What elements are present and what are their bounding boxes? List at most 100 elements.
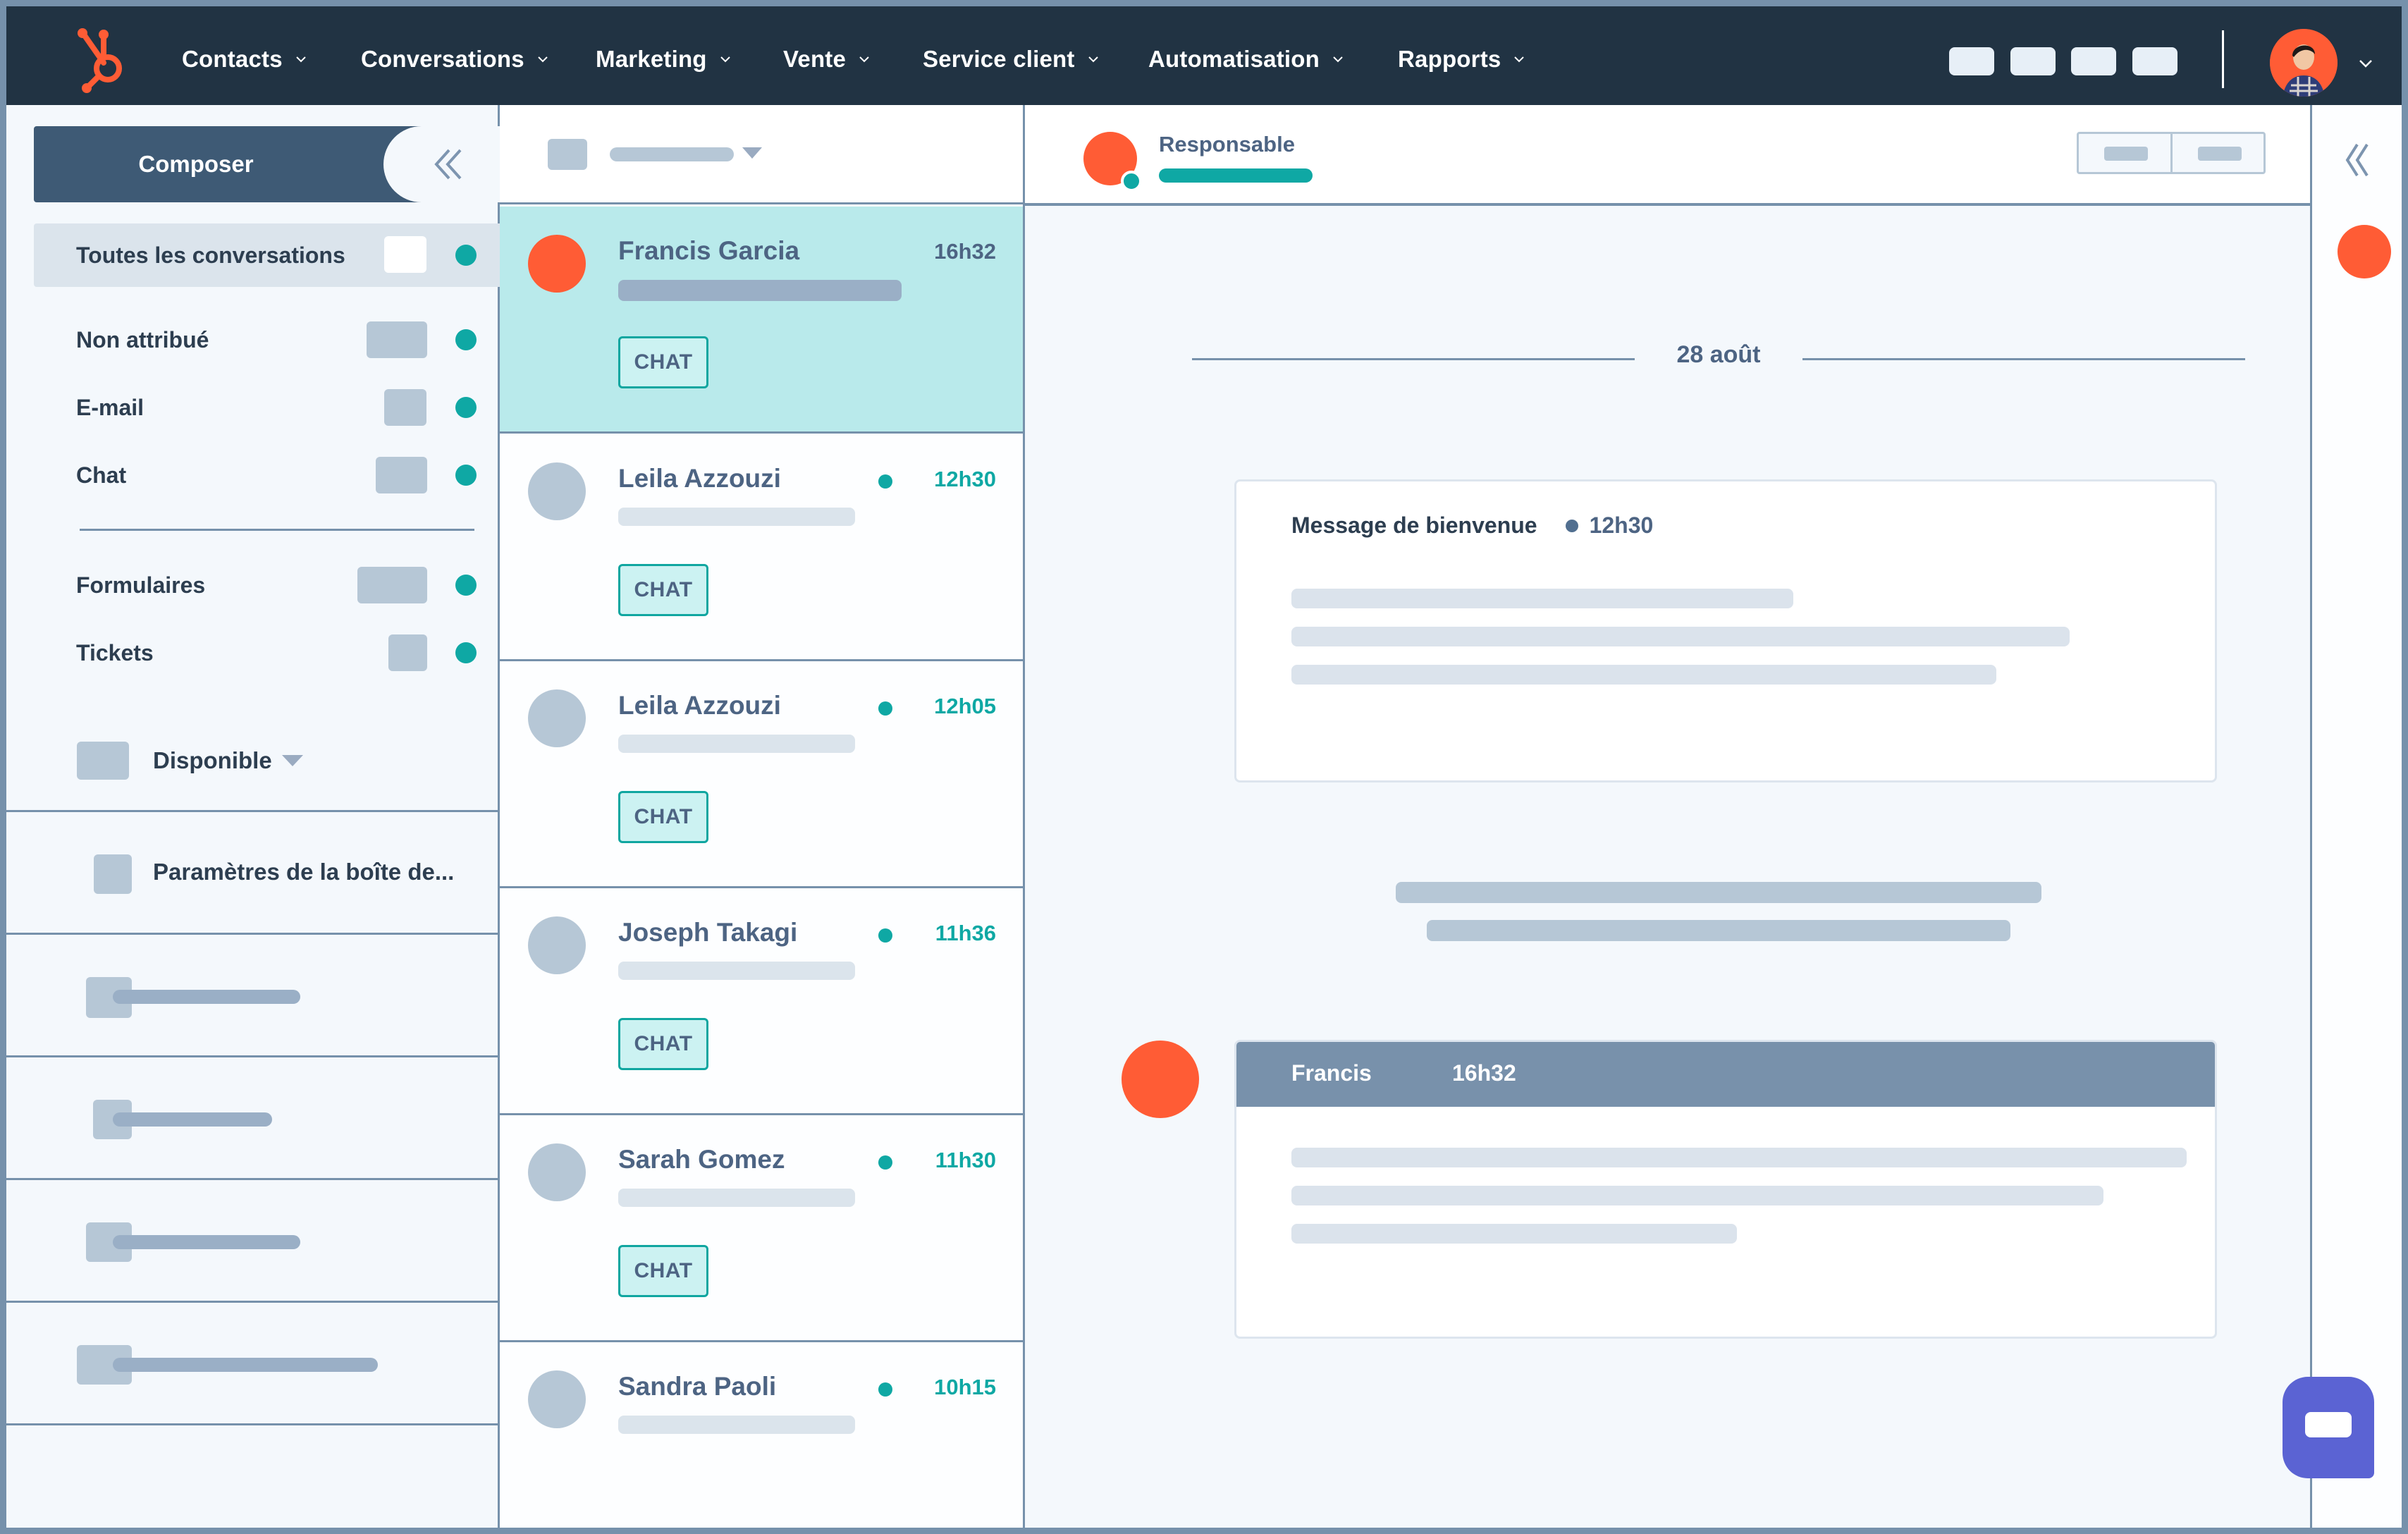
nav-item-label: Service client: [923, 46, 1075, 72]
inbox-item-all-conversations[interactable]: Toutes les conversations: [34, 223, 500, 287]
settings-icon: [94, 854, 132, 894]
welcome-message-time: 12h30: [1589, 513, 1654, 538]
nav-utility-button[interactable]: [1949, 47, 1994, 75]
nav-item-automatisation[interactable]: Automatisation: [1148, 42, 1345, 77]
inbox-item-label: Toutes les conversations: [76, 242, 345, 268]
nav-item-marketing[interactable]: Marketing: [596, 42, 732, 77]
status-dot: [455, 245, 477, 266]
inbox-item-label: Formulaires: [76, 572, 206, 598]
right-sidebar-rail: [2310, 105, 2402, 1528]
sidebar-divider: [80, 529, 474, 531]
inbox-settings-link[interactable]: Paramètres de la boîte de...: [6, 810, 498, 933]
channel-tag: CHAT: [618, 336, 708, 388]
reply-message-header: Francis 16h32: [1236, 1042, 2215, 1107]
contact-name: Sandra Paoli: [618, 1372, 777, 1401]
contact-name: Francis Garcia: [618, 236, 800, 265]
nav-utility-button[interactable]: [2010, 47, 2056, 75]
hubspot-logo-icon[interactable]: [68, 26, 139, 97]
inbox-item-unassigned[interactable]: Non attribué: [34, 308, 500, 372]
unread-dot: [878, 474, 892, 489]
placeholder-text: [113, 1358, 378, 1372]
welcome-message-title: Message de bienvenue: [1291, 513, 1537, 538]
chevron-down-icon: [1088, 56, 1098, 63]
availability-dropdown[interactable]: Disponible: [77, 742, 303, 780]
chat-bubble-icon: [2305, 1412, 2352, 1437]
inbox-item-tickets[interactable]: Tickets: [34, 621, 500, 685]
reply-message-card: Francis 16h32: [1234, 1040, 2217, 1339]
contact-avatar: [528, 1370, 586, 1428]
reply-sender: Francis: [1291, 1060, 1372, 1086]
inbox-item-chat[interactable]: Chat: [34, 443, 500, 507]
inbox-count-badge: [388, 634, 427, 671]
conversation-time: 12h05: [934, 694, 996, 718]
welcome-message-header: Message de bienvenue 12h30: [1291, 513, 1653, 539]
select-all-checkbox[interactable]: [548, 139, 587, 170]
nav-item-vente[interactable]: Vente: [783, 42, 871, 77]
message-preview: [618, 280, 902, 301]
reply-time: 16h32: [1452, 1060, 1516, 1086]
chat-widget-button[interactable]: [2283, 1377, 2374, 1478]
owner-selector[interactable]: [1159, 168, 1313, 183]
caret-down-icon[interactable]: [742, 147, 762, 159]
unread-dot: [878, 1155, 892, 1170]
chevron-down-icon: [538, 56, 548, 63]
nav-utility-button[interactable]: [2071, 47, 2116, 75]
conversation-time: 10h15: [934, 1375, 996, 1399]
contact-name: Leila Azzouzi: [618, 691, 781, 720]
message-text-placeholder: [1291, 665, 1996, 685]
system-message-placeholder: [1396, 882, 2041, 903]
welcome-message-card: Message de bienvenue 12h30: [1234, 479, 2217, 783]
nav-item-contacts[interactable]: Contacts: [182, 42, 308, 77]
status-dot: [455, 465, 477, 486]
inbox-count-badge: [384, 389, 426, 426]
channel-tag: CHAT: [618, 1018, 708, 1070]
conversation-thread: Responsable 28 août Message de bienvenue…: [1025, 105, 2310, 1528]
availability-icon: [77, 742, 129, 780]
inbox-item-label: Tickets: [76, 639, 154, 665]
unread-dot: [878, 701, 892, 716]
inbox-item-label: Chat: [76, 462, 127, 488]
nav-item-rapports[interactable]: Rapports: [1398, 42, 1526, 77]
sidebar-placeholder-item[interactable]: [6, 933, 498, 1055]
nav-item-label: Vente: [783, 46, 847, 72]
inbox-sidebar: Composer Toutes les conversations Non at…: [6, 105, 514, 1528]
inbox-count-badge: [357, 567, 427, 603]
conversation-time: 12h30: [934, 467, 996, 491]
unread-dot: [878, 928, 892, 943]
nav-item-service-client[interactable]: Service client: [923, 42, 1100, 77]
message-text-placeholder: [1291, 589, 1793, 608]
unread-dot: [878, 1382, 892, 1397]
conversation-item[interactable]: Joseph Takagi 11h36 CHAT: [500, 888, 1023, 1115]
user-avatar[interactable]: [2270, 29, 2338, 97]
placeholder-text: [113, 990, 300, 1004]
chevron-down-icon: [859, 56, 869, 63]
contact-avatar[interactable]: [2338, 225, 2391, 278]
nav-utility-button[interactable]: [2132, 47, 2177, 75]
sidebar-placeholder-item[interactable]: [6, 1178, 498, 1301]
double-chevron-left-icon[interactable]: [428, 145, 467, 184]
contact-name: Sarah Gomez: [618, 1145, 785, 1174]
inbox-item-forms[interactable]: Formulaires: [34, 553, 500, 617]
sidebar-placeholder-item[interactable]: [6, 1301, 498, 1423]
contact-name: Leila Azzouzi: [618, 464, 781, 493]
conversation-item[interactable]: Leila Azzouzi 12h30 CHAT: [500, 434, 1023, 661]
inbox-count-badge: [384, 236, 426, 273]
nav-item-label: Contacts: [182, 46, 283, 72]
nav-item-conversations[interactable]: Conversations: [361, 42, 550, 77]
conversation-item[interactable]: Sarah Gomez 11h30 CHAT: [500, 1115, 1023, 1342]
conversation-item[interactable]: Sandra Paoli 10h15: [500, 1342, 1023, 1528]
sender-avatar[interactable]: [1122, 1041, 1199, 1118]
contact-avatar: [528, 462, 586, 520]
status-dot: [455, 642, 477, 663]
message-text-placeholder: [1291, 1224, 1737, 1244]
thread-action-button[interactable]: [2170, 134, 2264, 172]
account-menu-chevron-icon[interactable]: [2358, 58, 2373, 69]
thread-action-button[interactable]: [2079, 134, 2170, 172]
sidebar-placeholder-item[interactable]: [6, 1055, 498, 1178]
double-chevron-left-icon[interactable]: [2338, 140, 2377, 180]
nav-item-label: Marketing: [596, 46, 707, 72]
inbox-item-email[interactable]: E-mail: [34, 376, 500, 439]
conversation-item[interactable]: Leila Azzouzi 12h05 CHAT: [500, 661, 1023, 888]
conversation-item[interactable]: Francis Garcia 16h32 CHAT: [500, 207, 1023, 434]
filter-dropdown[interactable]: [610, 147, 734, 161]
